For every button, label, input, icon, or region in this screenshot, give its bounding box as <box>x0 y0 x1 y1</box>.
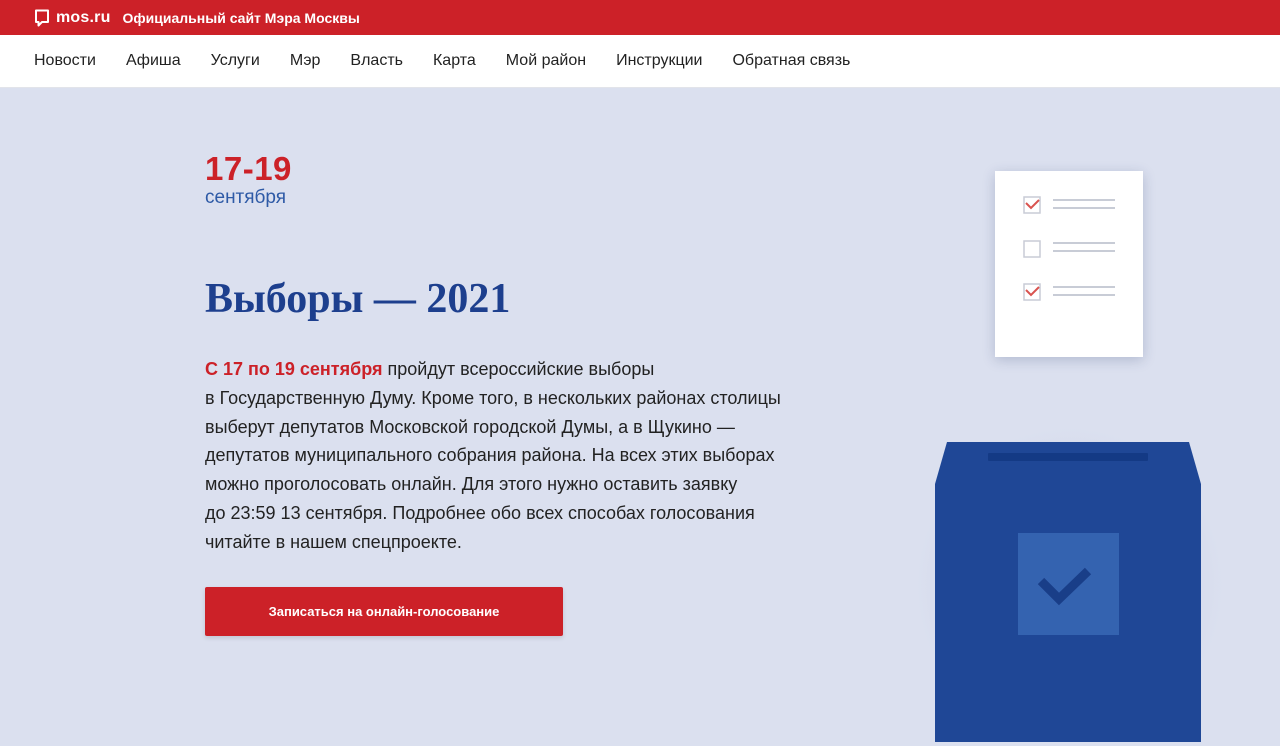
speech-bubble-icon <box>35 9 49 26</box>
main-navigation: Новости Афиша Услуги Мэр Власть Карта Мо… <box>0 35 1280 88</box>
nav-item-afisha[interactable]: Афиша <box>126 52 181 70</box>
intro-paragraph: С 17 по 19 сентября пройдут всероссийски… <box>205 355 855 557</box>
intro-line: до 23:59 13 сентября. Подробнее обо всех… <box>205 502 755 523</box>
nav-item-news[interactable]: Новости <box>34 52 96 70</box>
brand-logo-link[interactable]: mos.ru <box>34 9 111 27</box>
intro-line: депутатов муниципального собрания района… <box>205 445 775 466</box>
checklist-ballot-icon <box>995 171 1143 357</box>
intro-line: можно проголосовать онлайн. Для этого ну… <box>205 474 738 495</box>
intro-highlight: С 17 по 19 сентября <box>205 359 383 379</box>
intro-line: пройдут всероссийские выборы <box>382 359 655 379</box>
intro-line: читайте в нашем спецпроекте. <box>205 531 462 552</box>
nav-item-mayor[interactable]: Мэр <box>290 52 321 70</box>
nav-item-instructions[interactable]: Инструкции <box>616 52 702 70</box>
hero-section: 17-19 сентября Выборы — 2021 С 17 по 19 … <box>0 88 1280 746</box>
nav-item-feedback[interactable]: Обратная связь <box>732 52 850 70</box>
intro-line: в Государственную Думу. Кроме того, в не… <box>205 387 781 408</box>
site-tagline[interactable]: Официальный сайт Мэра Москвы <box>123 10 360 26</box>
top-bar: mos.ru Официальный сайт Мэра Москвы <box>0 0 1280 35</box>
intro-line: выберут депутатов Московской городской Д… <box>205 416 735 437</box>
election-month: сентября <box>205 187 287 208</box>
nav-item-my-district[interactable]: Мой район <box>506 52 586 70</box>
nav-item-government[interactable]: Власть <box>350 52 403 70</box>
nav-item-services[interactable]: Услуги <box>211 52 260 70</box>
nav-item-map[interactable]: Карта <box>433 52 476 70</box>
online-voting-signup-button[interactable]: Записаться на онлайн-голосование <box>205 587 563 636</box>
ballot-box-checkmark-icon <box>935 442 1201 742</box>
election-dates: 17-19 <box>205 150 292 187</box>
page-title: Выборы — 2021 <box>205 276 511 322</box>
brand-name: mos.ru <box>56 8 111 26</box>
